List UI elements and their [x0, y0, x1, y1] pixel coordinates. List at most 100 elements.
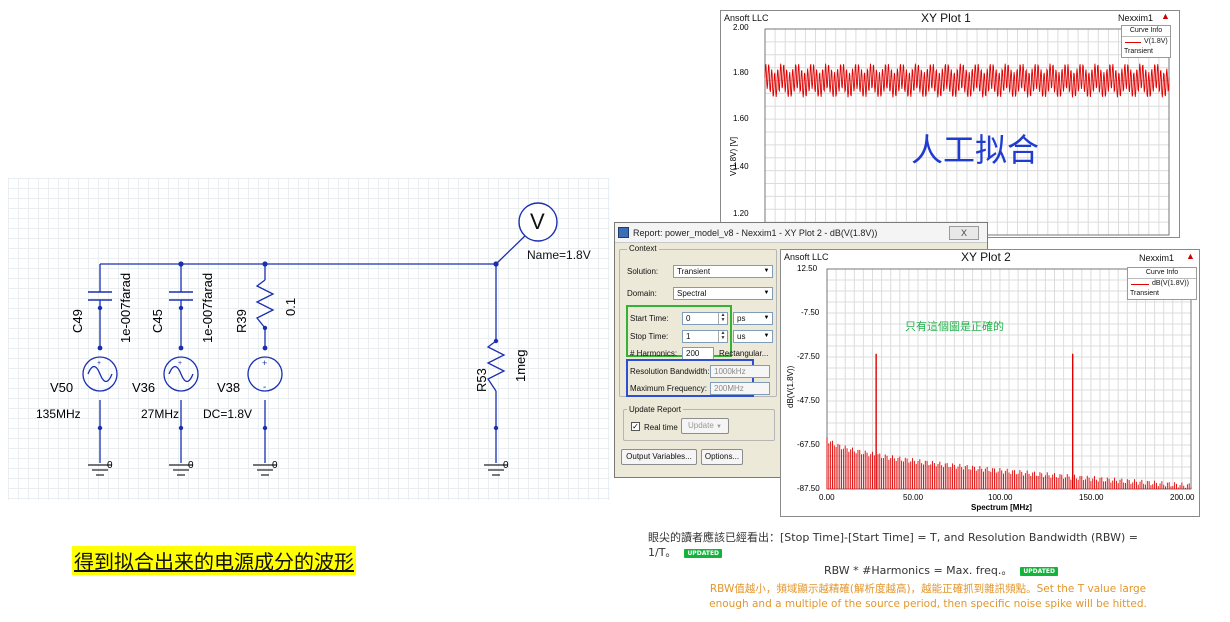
harmonics-value: 200 [686, 349, 700, 358]
spinner-icon[interactable]: ▲ ▼ [718, 331, 727, 342]
plot2-ytick: -27.50 [797, 352, 820, 361]
rbw-field: 1000kHz [710, 365, 770, 378]
window-type[interactable]: Rectangular... [719, 349, 768, 358]
plot2-ytick: -67.50 [797, 440, 820, 449]
v38-value: DC=1.8V [203, 407, 253, 421]
realtime-checkbox[interactable]: ✓ [631, 422, 640, 431]
plot2-ytick: -87.50 [797, 484, 820, 493]
xy-plot-1-window[interactable]: Ansoft LLC XY Plot 1 Nexxim1 ▲ 2.00 1.80… [720, 10, 1180, 238]
probe-name-label: Name=1.8V [527, 248, 591, 262]
update-button-label: Update [688, 421, 714, 430]
chevron-down-icon: ▼ [763, 290, 770, 296]
caption-left: 得到拟合出来的电源成分的波形 [72, 546, 356, 575]
max-frequency-field: 200MHz [710, 382, 770, 395]
xy-plot-2-window[interactable]: Ansoft LLC XY Plot 2 Nexxim1 ▲ 12.50 -7.… [780, 249, 1200, 517]
curve-info-title: Curve Info [1122, 26, 1170, 37]
plot2-ytick: -7.50 [801, 308, 820, 317]
output-variables-button[interactable]: Output Variables... [621, 449, 697, 465]
note-line-4: enough and a multiple of the source peri… [709, 598, 1147, 610]
plot1-ytick: 1.20 [733, 209, 749, 218]
update-report-label: Update Report [627, 405, 684, 414]
start-time-input[interactable]: 0 ▲ ▼ [682, 312, 728, 325]
plot1-chart [764, 28, 1170, 236]
correct-plot-annotation: 只有這個圖是正確的 [905, 320, 1004, 333]
v50-value: 135MHz [36, 407, 81, 421]
svg-text:+: + [97, 360, 101, 367]
max-frequency-label: Maximum Frequency: [630, 384, 707, 393]
harmonics-label: # Harmonics: [630, 349, 678, 358]
chevron-down-icon: ▼ [763, 315, 770, 321]
plot1-ytick: 1.80 [733, 68, 749, 77]
plot2-ytick: 12.50 [797, 264, 818, 273]
ground-label: 0 [503, 460, 509, 471]
start-time-label: Start Time: [630, 314, 669, 323]
note-line-2-row: RBW * #Harmonics = Max. freq.。 UPDATED [824, 562, 1058, 578]
plot2-xtick: 0.00 [819, 493, 835, 502]
v36-ref: V36 [132, 380, 156, 395]
c45-value: 1e-007farad [200, 272, 215, 343]
note-line-3: RBW值越小，頻域顯示越精確(解析度越高)，越能正確抓到雜訊頻點。Set the… [709, 583, 1147, 595]
solution-select[interactable]: Transient ▼ [673, 265, 773, 278]
svg-text:-: - [263, 382, 266, 393]
v36-value: 27MHz [141, 407, 180, 421]
close-button[interactable]: X [949, 226, 979, 240]
plot2-xtick: 150.00 [1079, 493, 1104, 502]
ground-label: 0 [272, 460, 278, 471]
options-button[interactable]: Options... [701, 449, 743, 465]
solution-value: Transient [677, 267, 711, 276]
domain-label: Domain: [627, 289, 657, 298]
stop-time-unit: us [737, 332, 746, 341]
chevron-down-icon: ▼ [716, 424, 722, 430]
stop-time-unit-select[interactable]: us ▼ [733, 330, 773, 343]
start-time-unit-select[interactable]: ps ▼ [733, 312, 773, 325]
plot2-xtick: 50.00 [903, 493, 924, 502]
v50-ref: V50 [50, 380, 74, 395]
note-line-1: 眼尖的讀者應該已經看出：[Stop Time]-[Start Time] = T… [648, 531, 1138, 544]
plot2-curve-info[interactable]: Curve Info dB(V(1.8V)) Transient [1127, 267, 1197, 300]
note-line-1b: 1/T。 [648, 546, 677, 559]
probe-symbol: V [530, 209, 545, 234]
c45-ref: C45 [150, 309, 165, 333]
schematic-canvas[interactable]: + - + + V Name=1.8V C49 1e-007farad C45 … [8, 178, 610, 500]
curve-sub: Transient [1130, 290, 1159, 297]
curve-sub: Transient [1124, 48, 1153, 55]
domain-select[interactable]: Spectral ▼ [673, 287, 773, 300]
updated-badge: UPDATED [1020, 566, 1058, 576]
plot2-ytick: -47.50 [797, 396, 820, 405]
svg-text:+: + [262, 358, 267, 368]
chevron-down-icon: ▼ [763, 268, 770, 274]
notes-block: 眼尖的讀者應該已經看出：[Stop Time]-[Start Time] = T… [648, 530, 1194, 560]
ground-label: 0 [107, 460, 113, 471]
r39-ref: R39 [234, 309, 249, 333]
spinner-icon[interactable]: ▲ ▼ [718, 313, 727, 324]
legend-swatch [1131, 284, 1149, 285]
plot1-y-axis-label: V(1.8V) [V] [729, 136, 738, 176]
plot1-ytick: 1.60 [733, 114, 749, 123]
note-line-2: RBW * #Harmonics = Max. freq.。 [824, 564, 1013, 577]
realtime-label: Real time [644, 423, 678, 432]
rbw-label: Resolution Bandwidth: [630, 367, 710, 376]
stop-time-input[interactable]: 1 ▲ ▼ [682, 330, 728, 343]
curve-name: dB(V(1.8V)) [1152, 280, 1189, 287]
r53-ref: R53 [474, 368, 489, 392]
chevron-down-icon: ▼ [763, 333, 770, 339]
svg-text:+: + [178, 360, 182, 367]
rbw-value: 1000kHz [714, 367, 746, 376]
plot2-x-axis-label: Spectrum [MHz] [971, 503, 1032, 512]
stop-time-value: 1 [686, 332, 691, 341]
start-time-value: 0 [686, 314, 691, 323]
update-button[interactable]: Update ▼ [681, 418, 729, 434]
c49-value: 1e-007farad [118, 272, 133, 343]
dialog-title: Report: power_model_v8 - Nexxim1 - XY Pl… [633, 228, 878, 238]
plot1-curve-info[interactable]: Curve Info V(1.8V) Transient [1121, 25, 1171, 58]
dialog-titlebar[interactable]: Report: power_model_v8 - Nexxim1 - XY Pl… [615, 223, 987, 243]
stop-time-label: Stop Time: [630, 332, 669, 341]
v38-ref: V38 [217, 380, 241, 395]
max-frequency-value: 200MHz [714, 384, 744, 393]
ground-label: 0 [188, 460, 194, 471]
app-icon [618, 227, 629, 238]
updated-badge: UPDATED [684, 548, 723, 558]
note-orange-block: RBW值越小，頻域顯示越精確(解析度越高)，越能正確抓到雜訊頻點。Set the… [648, 582, 1208, 612]
context-label: Context [627, 244, 659, 253]
start-time-unit: ps [737, 314, 746, 323]
